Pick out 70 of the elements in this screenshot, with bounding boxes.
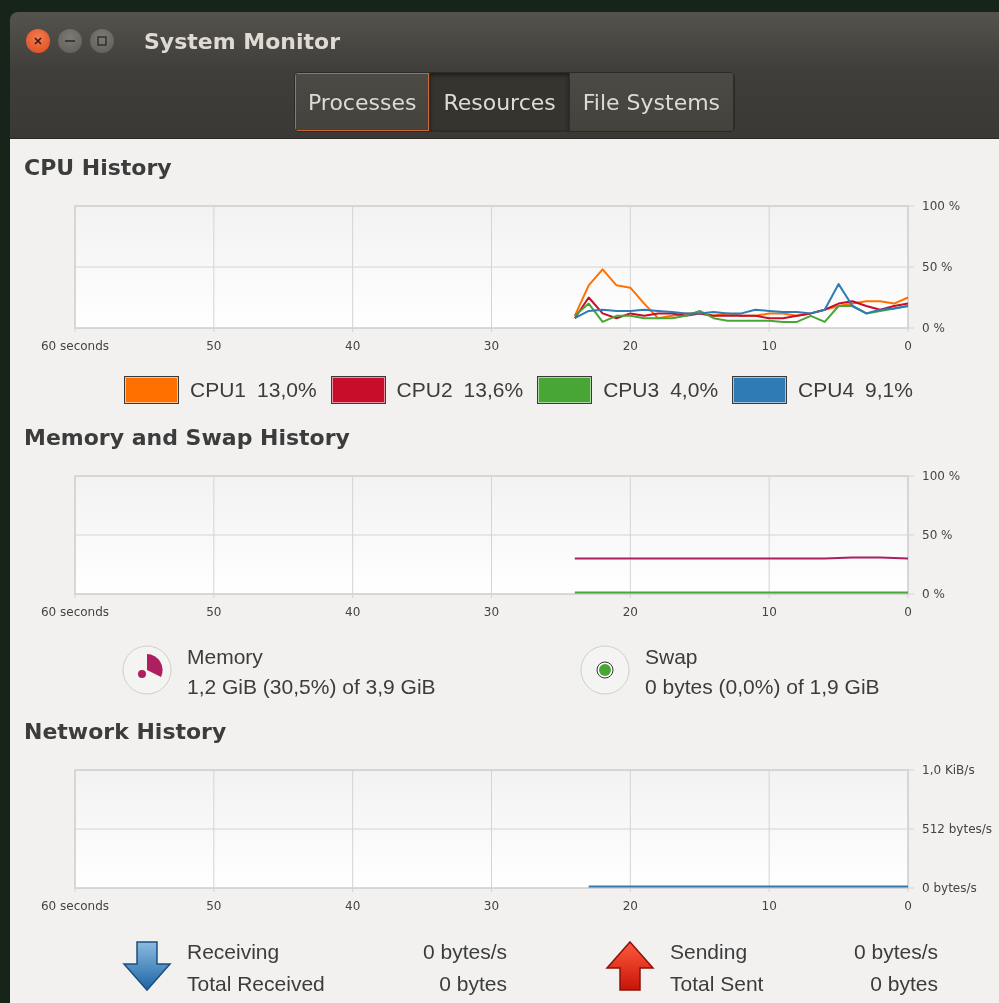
legend-label: Total Received <box>187 971 326 997</box>
legend-label: CPU3 <box>603 377 660 403</box>
legend-label: CPU1 <box>190 377 247 403</box>
legend-label: Receiving <box>187 939 281 965</box>
axis-label: 0 <box>904 339 912 353</box>
minimize-icon <box>65 39 75 43</box>
section-title: Network History <box>24 718 228 746</box>
axis-label: 100 % <box>922 199 961 213</box>
legend-value: 4,0% <box>670 377 719 403</box>
legend-label: CPU4 <box>798 377 855 403</box>
axis-label: 10 <box>761 605 777 619</box>
tab[interactable]: File Systems <box>569 73 735 131</box>
tab[interactable]: Processes <box>294 73 431 131</box>
legend-value: 0 bytes (0,0%) of 1,9 GiB <box>645 674 880 700</box>
axis-label: 1,0 KiB/s <box>922 763 975 777</box>
axis-label: 0 <box>904 899 912 913</box>
legend-label: Total Sent <box>670 971 765 997</box>
axis-label: 60 seconds <box>40 605 110 619</box>
axis-label: 10 <box>761 899 777 913</box>
color-swatch[interactable] <box>330 376 386 404</box>
legend-value: 13,0% <box>257 377 317 403</box>
up-arrow-icon <box>605 939 655 992</box>
legend-value: 13,6% <box>463 377 524 403</box>
axis-label: 50 <box>206 605 222 619</box>
tab[interactable]: Resources <box>430 73 570 131</box>
axis-label: 50 % <box>922 528 953 542</box>
legend-value: 0 bytes/s <box>421 939 507 965</box>
legend-value: 0 bytes <box>869 971 938 997</box>
window-title: System Monitor <box>144 28 340 54</box>
axis-label: 20 <box>622 899 638 913</box>
legend-value: 1,2 GiB (30,5%) of 3,9 GiB <box>187 674 437 700</box>
section-title: Memory and Swap History <box>24 424 351 452</box>
minimize-button[interactable] <box>58 29 82 53</box>
axis-label: 100 % <box>922 469 961 483</box>
section-title: CPU History <box>24 154 173 182</box>
legend-value: 9,1% <box>865 377 913 403</box>
legend-label: Swap <box>645 644 699 670</box>
legend-value: 0 bytes/s <box>852 939 938 965</box>
axis-label: 20 <box>622 605 638 619</box>
color-swatch[interactable] <box>732 376 788 404</box>
axis-label: 0 % <box>922 587 945 601</box>
axis-label: 50 <box>206 339 222 353</box>
pie-chart-icon <box>122 644 172 695</box>
axis-label: 60 seconds <box>40 339 110 353</box>
color-swatch[interactable] <box>124 376 179 404</box>
axis-label: 30 <box>483 339 500 353</box>
legend-label: CPU2 <box>396 377 453 403</box>
legend-label: Memory <box>187 644 264 670</box>
legend-label: Sending <box>670 939 749 965</box>
close-icon <box>33 36 43 46</box>
axis-label: 0 bytes/s <box>922 881 977 895</box>
axis-label: 512 bytes/s <box>922 822 993 836</box>
axis-label: 50 % <box>922 260 953 274</box>
color-swatch[interactable] <box>537 376 593 404</box>
down-arrow-icon <box>122 939 172 992</box>
axis-label: 50 <box>206 899 222 913</box>
legend-value: 0 bytes <box>438 971 507 997</box>
axis-label: 20 <box>622 339 638 353</box>
close-button[interactable] <box>26 29 50 53</box>
dot-icon <box>580 644 630 695</box>
axis-label: 40 <box>345 899 361 913</box>
axis-label: 40 <box>345 339 361 353</box>
maximize-icon <box>97 36 107 46</box>
axis-label: 10 <box>761 339 777 353</box>
axis-label: 60 seconds <box>40 899 110 913</box>
axis-label: 0 <box>904 605 912 619</box>
axis-label: 30 <box>483 605 500 619</box>
axis-label: 40 <box>345 605 361 619</box>
axis-label: 0 % <box>922 321 945 335</box>
axis-label: 30 <box>483 899 500 913</box>
